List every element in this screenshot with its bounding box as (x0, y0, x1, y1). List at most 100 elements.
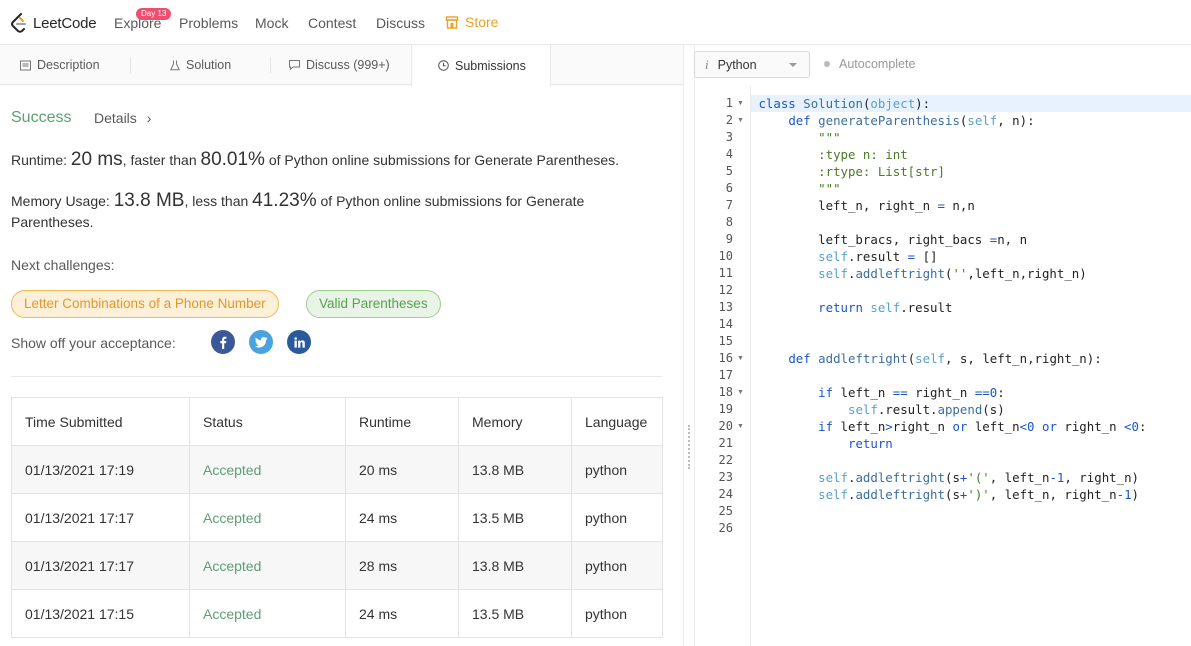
runtime-value: 20 ms (70, 149, 123, 170)
fold-arrow-icon[interactable]: ▼ (737, 418, 744, 435)
table-row[interactable]: 01/13/2021 17:15 Accepted 24 ms 13.5 MB … (11, 589, 663, 638)
tab-description-label: Description (37, 58, 100, 72)
line-number: 26 (718, 521, 733, 535)
tab-solution[interactable]: Solution (170, 45, 231, 85)
code-line[interactable]: :rtype: List[str] (751, 163, 1191, 180)
leetcode-logo-icon (11, 13, 26, 33)
cell-memory: 13.8 MB (458, 541, 572, 590)
fold-arrow-icon[interactable]: ▼ (737, 350, 744, 367)
store-label: Store (465, 14, 499, 30)
code-line[interactable]: self.addleftright('',left_n,right_n) (751, 265, 1191, 282)
code-line[interactable]: if left_n == right_n ==0: (751, 384, 1191, 401)
code-line[interactable]: """ (751, 180, 1191, 197)
line-number: 6 (725, 181, 733, 195)
code-line[interactable]: left_n, right_n = n,n (751, 197, 1191, 214)
code-line[interactable]: :type n: int (751, 146, 1191, 163)
code-line[interactable] (751, 282, 1191, 299)
autocomplete-toggle[interactable]: Autocomplete (824, 57, 915, 71)
cell-status[interactable]: Accepted (189, 445, 346, 494)
line-number: 18 (718, 385, 733, 399)
table-row[interactable]: 01/13/2021 17:17 Accepted 24 ms 13.5 MB … (11, 493, 663, 542)
runtime-label: Runtime: (11, 152, 71, 168)
nav-mock[interactable]: Mock (255, 15, 288, 31)
tab-description[interactable]: Description (20, 45, 100, 85)
code-line[interactable]: """ (751, 129, 1191, 146)
submissions-table: Time Submitted Status Runtime Memory Lan… (11, 397, 663, 638)
fold-arrow-icon[interactable]: ▼ (737, 112, 744, 129)
info-icon: i (705, 56, 709, 72)
panel-resize-handle[interactable] (683, 45, 695, 646)
tab-submissions-label: Submissions (455, 58, 526, 73)
runtime-summary: Runtime: 20 ms, faster than 80.01% of Py… (11, 149, 619, 171)
code-line[interactable] (751, 367, 1191, 384)
code-line[interactable]: self.addleftright(s+')', left_n, right_n… (751, 486, 1191, 503)
line-number: 24 (718, 487, 733, 501)
code-line[interactable]: self.addleftright(s+'(', left_n-1, right… (751, 469, 1191, 486)
header-runtime[interactable]: Runtime (345, 397, 459, 446)
memory-comparison-text: , less than (184, 193, 253, 209)
cell-language: python (571, 541, 663, 590)
challenge-valid-parentheses[interactable]: Valid Parentheses (306, 290, 441, 318)
share-label: Show off your acceptance: (11, 335, 176, 351)
code-line[interactable]: self.result.append(s) (751, 401, 1191, 418)
nav-store[interactable]: Store (445, 14, 498, 30)
details-link[interactable]: Details › (94, 110, 151, 126)
cell-time: 01/13/2021 17:17 (11, 541, 190, 590)
code-editor[interactable]: class Solution(object): def generatePare… (751, 85, 1191, 646)
flask-icon (170, 60, 180, 71)
code-line[interactable] (751, 520, 1191, 537)
twitter-icon[interactable] (249, 330, 273, 354)
header-language[interactable]: Language (571, 397, 663, 446)
submission-status: Success (11, 109, 72, 126)
code-line[interactable]: class Solution(object): (751, 95, 1191, 112)
code-line[interactable]: def generateParenthesis(self, n): (751, 112, 1191, 129)
header-time-submitted[interactable]: Time Submitted (11, 397, 190, 446)
nav-problems[interactable]: Problems (179, 15, 238, 31)
cell-memory: 13.5 MB (458, 589, 572, 638)
fold-arrow-icon[interactable]: ▼ (737, 384, 744, 401)
line-number: 11 (718, 266, 733, 280)
nav-contest[interactable]: Contest (308, 15, 356, 31)
line-number: 8 (725, 215, 733, 229)
line-number: 14 (718, 317, 733, 331)
line-number: 20 (718, 419, 733, 433)
line-number: 25 (718, 504, 733, 518)
code-line[interactable]: return self.result (751, 299, 1191, 316)
description-icon (20, 60, 31, 71)
header-status[interactable]: Status (189, 397, 346, 446)
cell-language: python (571, 445, 663, 494)
code-line[interactable]: if left_n>right_n or left_n<0 or right_n… (751, 418, 1191, 435)
line-number: 16 (718, 351, 733, 365)
fold-arrow-icon[interactable]: ▼ (737, 95, 744, 112)
header-memory[interactable]: Memory (458, 397, 572, 446)
code-line[interactable] (751, 214, 1191, 231)
cell-status[interactable]: Accepted (189, 541, 346, 590)
facebook-icon[interactable] (211, 330, 235, 354)
challenge-letter-combinations[interactable]: Letter Combinations of a Phone Number (11, 290, 279, 318)
linkedin-icon[interactable] (287, 330, 311, 354)
cell-runtime: 28 ms (345, 541, 459, 590)
leetcode-logo[interactable]: LeetCode (10, 12, 97, 34)
runtime-comparison-text: , faster than (122, 152, 201, 168)
code-line[interactable]: self.result = [] (751, 248, 1191, 265)
code-line[interactable] (751, 316, 1191, 333)
nav-discuss[interactable]: Discuss (376, 15, 425, 31)
table-row[interactable]: 01/13/2021 17:19 Accepted 20 ms 13.8 MB … (11, 445, 663, 494)
language-select[interactable]: i Python (694, 51, 810, 78)
cell-time: 01/13/2021 17:15 (11, 589, 190, 638)
code-line[interactable] (751, 503, 1191, 520)
code-line[interactable] (751, 333, 1191, 350)
cell-status[interactable]: Accepted (189, 493, 346, 542)
cell-status[interactable]: Accepted (189, 589, 346, 638)
day-badge: Day 13 (136, 8, 172, 20)
code-line[interactable]: return (751, 435, 1191, 452)
tab-discuss[interactable]: Discuss (999+) (289, 45, 390, 85)
table-row[interactable]: 01/13/2021 17:17 Accepted 28 ms 13.8 MB … (11, 541, 663, 590)
line-number: 19 (718, 402, 733, 416)
top-navigation: LeetCode Explore Day 13 Problems Mock Co… (0, 0, 1191, 45)
code-line[interactable]: def addleftright(self, s, left_n,right_n… (751, 350, 1191, 367)
code-line[interactable] (751, 452, 1191, 469)
tab-submissions[interactable]: Submissions (411, 45, 551, 86)
cell-language: python (571, 493, 663, 542)
code-line[interactable]: left_bracs, right_bacs =n, n (751, 231, 1191, 248)
